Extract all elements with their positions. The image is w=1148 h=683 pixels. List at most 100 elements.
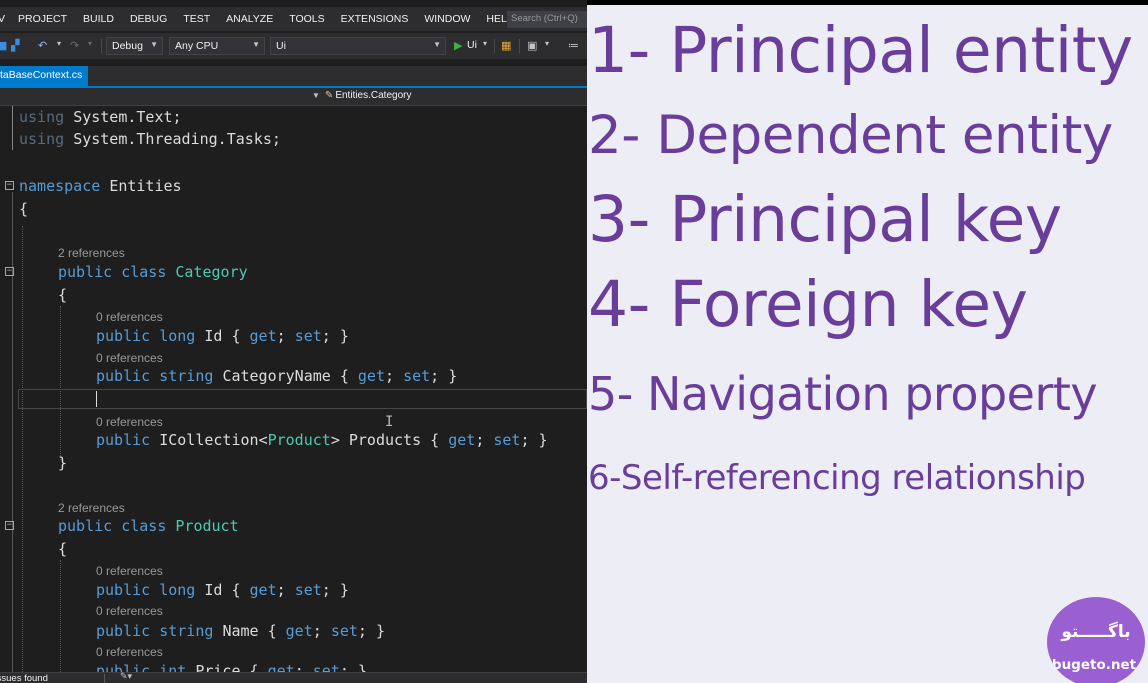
keyword-namespace: namespace: [19, 177, 101, 195]
brush-icon[interactable]: ✎▾: [120, 672, 132, 682]
codelens-references[interactable]: 0 references: [96, 564, 163, 578]
keyword-set: set: [493, 431, 521, 449]
slide-line-dependent-entity: 2- Dependent entity: [588, 105, 1113, 166]
class-icon: ✎: [324, 90, 334, 101]
property-name: Price: [195, 662, 241, 672]
generic-type-name: Product: [267, 431, 331, 449]
browser-link-icon[interactable]: ▦: [501, 39, 511, 52]
keyword-using: using: [19, 108, 65, 126]
issues-status[interactable]: Issues found: [0, 673, 48, 683]
code-line-using-tasks: using System.Threading.Tasks;: [19, 130, 281, 148]
property-name: CategoryName: [222, 367, 331, 385]
menu-project[interactable]: PROJECT: [18, 13, 67, 25]
run-target-label[interactable]: Ui: [467, 39, 477, 51]
keyword-get: get: [357, 367, 385, 385]
menu-debug[interactable]: DEBUG: [130, 13, 167, 25]
keyword-set: set: [312, 662, 340, 672]
code-line-id-property: public long Id { get; set; }: [96, 327, 349, 345]
keyword-public: public: [96, 431, 151, 449]
menu-view[interactable]: V: [0, 13, 5, 25]
indent-guide: [60, 560, 61, 672]
codelens-references[interactable]: 0 references: [96, 415, 163, 429]
save-icon[interactable]: ■: [0, 39, 7, 52]
startup-project-value: Ui: [276, 40, 286, 52]
startup-project-select[interactable]: Ui ▼: [270, 37, 446, 55]
keyword-set: set: [330, 622, 358, 640]
collapse-icon[interactable]: −: [5, 181, 14, 190]
outline-icon[interactable]: ≔: [568, 39, 579, 52]
redo-dropdown-icon[interactable]: ▾: [88, 39, 92, 48]
code-line-id-property: public long Id { get; set; }: [96, 581, 349, 599]
indent-guide: [60, 306, 61, 460]
code-line-namespace: namespace Entities: [19, 177, 182, 195]
codelens-references[interactable]: 0 references: [96, 310, 163, 324]
codelens-references[interactable]: 0 references: [96, 604, 163, 618]
using-tasks: System.Threading.Tasks;: [73, 130, 281, 148]
codelens-references[interactable]: 2 references: [58, 501, 125, 515]
collapse-icon[interactable]: −: [5, 267, 14, 276]
member-dropdown[interactable]: ▼ ✎ Entities.Category: [312, 90, 411, 101]
menu-window[interactable]: WINDOW: [424, 13, 470, 25]
tab-database-context[interactable]: taBaseContext.cs: [0, 66, 89, 86]
using-text: System.Text;: [73, 108, 182, 126]
ibeam-cursor-icon: I: [385, 414, 394, 430]
chevron-down-icon: ▼: [312, 91, 320, 100]
menu-analyze[interactable]: ANALYZE: [226, 13, 273, 25]
visual-studio-window: V PROJECT BUILD DEBUG TEST ANALYZE TOOLS…: [0, 0, 587, 683]
keyword-long: long: [159, 581, 196, 599]
codelens-references[interactable]: 2 references: [58, 246, 125, 260]
undo-icon[interactable]: ↶: [38, 39, 47, 52]
undo-dropdown-icon[interactable]: ▾: [57, 39, 61, 48]
platform-select[interactable]: Any CPU ▼: [169, 37, 265, 55]
keyword-public: public: [96, 367, 151, 385]
chevron-down-icon: ▼: [252, 40, 260, 49]
slide-line-principal-entity: 1- Principal entity: [588, 14, 1133, 87]
more-icon[interactable]: ▾: [545, 39, 549, 48]
platform-value: Any CPU: [175, 40, 219, 52]
toolbar-separator: [494, 39, 495, 53]
outline-margin-line: [12, 106, 13, 150]
logo-text-persian: باگـــــتو: [1061, 622, 1131, 642]
code-editor[interactable]: using System.Text; using System.Threadin…: [0, 106, 587, 672]
codelens-references[interactable]: 0 references: [96, 645, 163, 659]
slide-line-principal-key: 3- Principal key: [588, 183, 1062, 256]
logo-text-english: bugeto.net: [1051, 657, 1137, 673]
menu-tools[interactable]: TOOLS: [289, 13, 324, 25]
menu-test[interactable]: TEST: [183, 13, 210, 25]
configuration-select[interactable]: Debug ▼: [106, 37, 163, 55]
text-caret: [96, 391, 97, 407]
indent-guide: [22, 226, 23, 672]
collapse-icon[interactable]: −: [5, 521, 14, 530]
keyword-get: get: [249, 581, 277, 599]
keyword-public: public: [58, 263, 113, 281]
code-line-products-property: public ICollection<Product> Products { g…: [96, 431, 548, 449]
quick-launch-search[interactable]: Search (Ctrl+Q): [507, 11, 587, 28]
keyword-get: get: [448, 431, 476, 449]
keyword-int: int: [159, 662, 187, 672]
redo-icon[interactable]: ↷: [70, 39, 79, 52]
solution-explorer-icon[interactable]: ▣: [527, 39, 537, 52]
code-line-name-property: public string Name { get; set; }: [96, 622, 385, 640]
member-dropdown-value: Entities.Category: [335, 90, 412, 101]
menu-build[interactable]: BUILD: [83, 13, 114, 25]
keyword-public: public: [96, 327, 151, 345]
menu-extensions[interactable]: EXTENSIONS: [341, 13, 409, 25]
save-all-icon[interactable]: ▞: [11, 39, 19, 52]
bugeto-logo: باگـــــتو bugeto.net: [1047, 597, 1145, 683]
code-line-brace: {: [19, 200, 29, 218]
keyword-get: get: [285, 622, 313, 640]
keyword-string: string: [159, 622, 214, 640]
standard-toolbar: ■ ▞ ↶ ▾ ↷ ▾ Debug ▼ Any CPU ▼ Ui ▼ ▶ Ui …: [0, 33, 587, 59]
run-dropdown-icon[interactable]: ▾: [483, 39, 487, 48]
keyword-get: get: [267, 662, 295, 672]
play-icon[interactable]: ▶: [454, 39, 462, 52]
codelens-references[interactable]: 0 references: [96, 351, 163, 365]
slide-line-navigation-property: 5- Navigation property: [588, 367, 1098, 421]
document-tab-well: taBaseContext.cs: [0, 66, 587, 88]
property-name: Name: [222, 622, 259, 640]
type-name: ICollection: [159, 431, 259, 449]
toolbar-separator: [519, 39, 520, 53]
menu-bar: V PROJECT BUILD DEBUG TEST ANALYZE TOOLS…: [0, 7, 587, 31]
class-name: Product: [175, 517, 239, 535]
configuration-value: Debug: [112, 40, 143, 52]
